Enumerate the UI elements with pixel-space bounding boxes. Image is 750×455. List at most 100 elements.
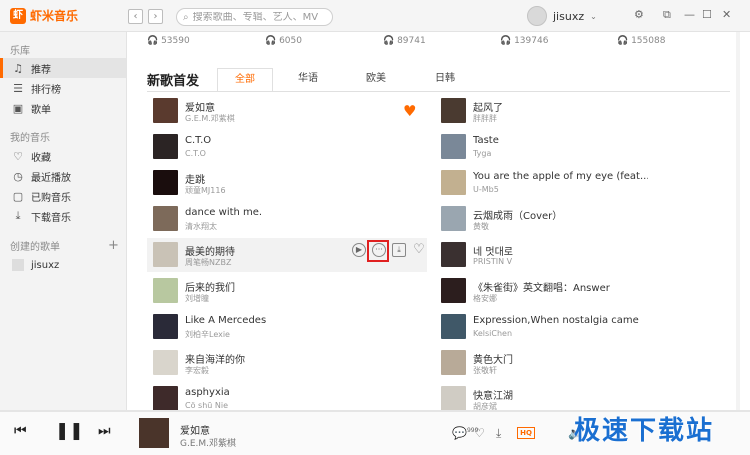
song-title[interactable]: 云烟成雨（Cover） <box>473 207 562 222</box>
song-row[interactable]: 黄色大门 张敬轩 <box>435 346 730 380</box>
song-artist[interactable]: 李宏毅 <box>185 365 209 376</box>
album-cover[interactable] <box>153 278 178 303</box>
tab-western[interactable]: 欧美 <box>348 68 404 92</box>
play-icon[interactable]: ▶ <box>352 243 366 257</box>
song-title[interactable]: 来自海洋的你 <box>185 351 245 366</box>
add-playlist-icon[interactable]: + <box>108 238 119 253</box>
song-row[interactable]: C.T.O C.T.O <box>147 130 427 164</box>
back-button[interactable]: ‹ <box>128 9 143 24</box>
song-title[interactable]: dance with me. <box>185 207 262 218</box>
song-row[interactable]: dance with me. 清水翔太 <box>147 202 427 236</box>
song-row[interactable]: You are the apple of my eye (feat.... U-M… <box>435 166 730 200</box>
song-title[interactable]: Expression,When nostalgia came <box>473 315 639 326</box>
song-title[interactable]: 起风了 <box>473 99 503 114</box>
download-icon[interactable]: ⤓ <box>392 243 406 257</box>
song-artist[interactable]: 顽童MJ116 <box>185 185 226 196</box>
sidebar-item-purchased[interactable]: ▢ 已购音乐 <box>0 186 126 206</box>
song-title[interactable]: You are the apple of my eye (feat.... <box>473 171 648 182</box>
quality-badge[interactable]: HQ <box>517 427 535 439</box>
pause-icon[interactable]: ❚❚ <box>55 421 84 441</box>
album-cover[interactable] <box>153 386 178 411</box>
album-cover[interactable] <box>441 278 466 303</box>
song-row[interactable]: 来自海洋的你 李宏毅 <box>147 346 427 380</box>
sidebar-item-favorites[interactable]: ♡ 收藏 <box>0 146 126 166</box>
close-icon[interactable]: ✕ <box>722 8 731 21</box>
sidebar-item-downloads[interactable]: ⤓ 下载音乐 <box>0 206 126 226</box>
search-box[interactable]: ⌕ <box>176 8 333 26</box>
next-icon[interactable]: ⏭ <box>98 423 111 439</box>
song-title[interactable]: 后来的我们 <box>185 279 235 294</box>
song-artist[interactable]: 刘增瞳 <box>185 293 209 304</box>
album-cover[interactable] <box>153 242 178 267</box>
now-playing-title[interactable]: 爱如意 <box>180 422 210 437</box>
song-row[interactable]: Expression,When nostalgia came KelsiChen <box>435 310 730 344</box>
search-input[interactable] <box>192 11 323 23</box>
previous-icon[interactable]: ⏮ <box>14 423 27 439</box>
song-artist[interactable]: 胖胖胖 <box>473 113 497 124</box>
now-playing-artist[interactable]: G.E.M.邓紫棋 <box>180 436 236 449</box>
song-title[interactable]: 《朱雀街》英文翻唱：Answer <box>473 279 610 294</box>
song-row[interactable]: 后来的我们 刘增瞳 <box>147 274 427 308</box>
forward-button[interactable]: › <box>148 9 163 24</box>
album-cover[interactable] <box>441 350 466 375</box>
song-row[interactable]: 起风了 胖胖胖 <box>435 94 730 128</box>
album-cover[interactable] <box>153 350 178 375</box>
song-row[interactable]: Like A Mercedes 刘柏辛Lexie <box>147 310 427 344</box>
song-row[interactable]: 《朱雀街》英文翻唱：Answer 格安娜 <box>435 274 730 308</box>
song-row[interactable]: 爱如意 G.E.M.邓紫棋 ♥ <box>147 94 427 128</box>
sidebar-item-playlists[interactable]: ▣ 歌单 <box>0 98 126 118</box>
song-row[interactable]: 云烟成雨（Cover） 黄敬 <box>435 202 730 236</box>
album-cover[interactable] <box>441 134 466 159</box>
album-cover[interactable] <box>441 386 466 411</box>
song-title[interactable]: 爱如意 <box>185 99 215 114</box>
album-cover[interactable] <box>441 206 466 231</box>
song-row[interactable]: 走跳 顽童MJ116 <box>147 166 427 200</box>
song-artist[interactable]: 黄敬 <box>473 221 489 232</box>
download-icon[interactable]: ⤓ <box>496 426 501 441</box>
song-artist[interactable]: KelsiChen <box>473 329 512 338</box>
song-artist[interactable]: 格安娜 <box>473 293 497 304</box>
sidebar-item-recent[interactable]: ◷ 最近播放 <box>0 166 126 186</box>
song-artist[interactable]: PRISTIN V <box>473 257 512 266</box>
song-title[interactable]: C.T.O <box>185 135 211 146</box>
song-artist[interactable]: 张敬轩 <box>473 365 497 376</box>
song-artist[interactable]: 刘柏辛Lexie <box>185 329 230 340</box>
song-artist[interactable]: 周笔畅NZBZ <box>185 257 231 268</box>
app-logo[interactable]: 虾 虾米音乐 <box>10 7 78 24</box>
heart-icon[interactable]: ♡ <box>412 243 426 257</box>
settings-gear-icon[interactable]: ⚙ <box>634 8 644 21</box>
song-artist[interactable]: Cö shū Nie <box>185 401 228 410</box>
album-cover[interactable] <box>441 314 466 339</box>
scrollbar[interactable] <box>736 32 740 410</box>
song-artist[interactable]: Tyga <box>473 149 491 158</box>
album-cover[interactable] <box>441 98 466 123</box>
sidebar-item-charts[interactable]: ☰ 排行榜 <box>0 78 126 98</box>
sidebar-item-created-playlist[interactable]: jisuxz <box>0 255 126 275</box>
album-cover[interactable] <box>153 206 178 231</box>
heart-icon[interactable]: ♡ <box>474 426 485 440</box>
song-title[interactable]: Like A Mercedes <box>185 315 266 326</box>
song-title[interactable]: 黄色大门 <box>473 351 513 366</box>
album-cover[interactable] <box>441 170 466 195</box>
album-cover[interactable] <box>153 134 178 159</box>
song-title[interactable]: 最美的期待 <box>185 243 235 258</box>
mini-mode-icon[interactable]: ⧉ <box>663 8 671 22</box>
song-artist[interactable]: U-Mb5 <box>473 185 499 194</box>
tab-japanese-korean[interactable]: 日韩 <box>417 68 473 92</box>
song-title[interactable]: asphyxia <box>185 387 230 398</box>
song-row[interactable]: 네 멋대로 PRISTIN V <box>435 238 730 272</box>
tab-all[interactable]: 全部 <box>217 68 273 92</box>
album-cover[interactable] <box>153 170 178 195</box>
liked-heart-icon[interactable]: ♥ <box>403 104 417 119</box>
album-cover[interactable] <box>441 242 466 267</box>
song-title[interactable]: 走跳 <box>185 171 205 186</box>
minimize-icon[interactable]: — <box>684 8 695 21</box>
album-cover[interactable] <box>153 98 178 123</box>
user-menu[interactable]: jisuxz ⌄ <box>527 6 597 26</box>
maximize-icon[interactable]: ☐ <box>702 8 712 21</box>
tab-chinese[interactable]: 华语 <box>280 68 336 92</box>
album-cover[interactable] <box>153 314 178 339</box>
song-artist[interactable]: 清水翔太 <box>185 221 217 232</box>
song-title[interactable]: 네 멋대로 <box>473 243 513 258</box>
sidebar-item-recommend[interactable]: ♫ 推荐 <box>0 58 126 78</box>
